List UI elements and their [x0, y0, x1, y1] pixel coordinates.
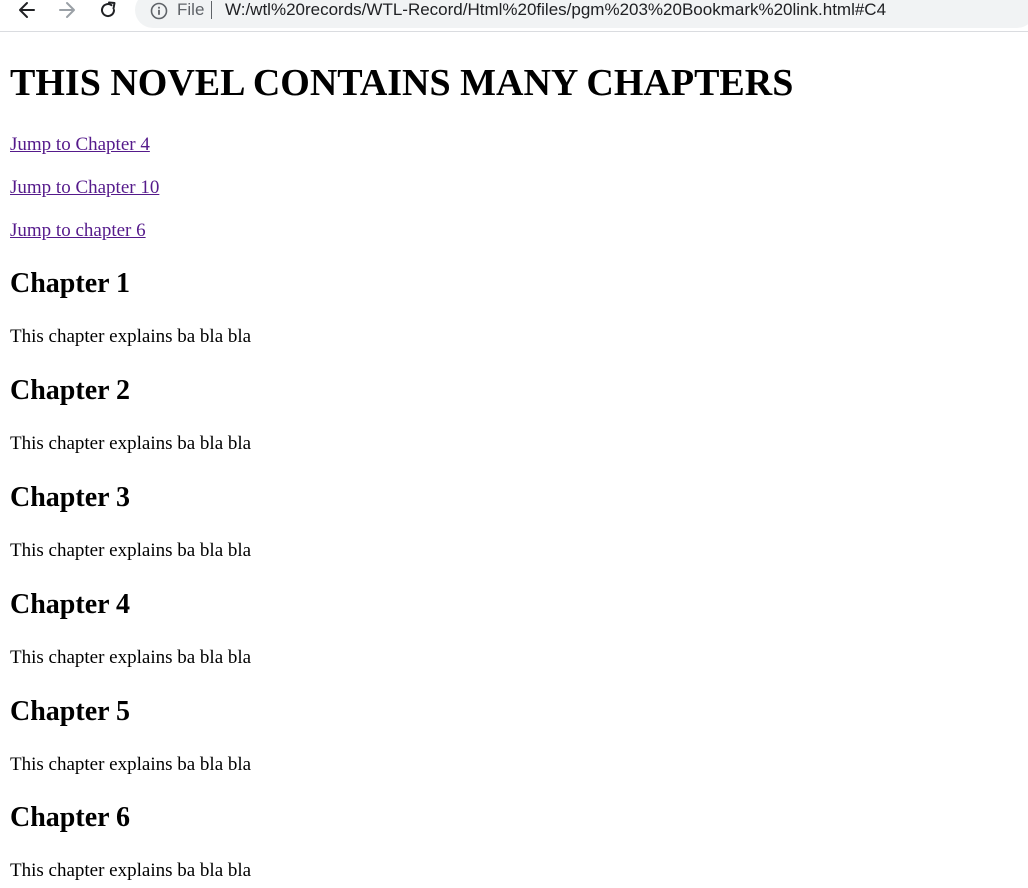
chapter-6-heading: Chapter 6 [10, 802, 131, 833]
scheme-label: File [177, 0, 205, 19]
arrow-left-icon [19, 2, 35, 18]
jump-link-chapter-10[interactable]: Jump to Chapter 10 [10, 177, 159, 199]
chapter-6-text: This chapter explains ba bla bla [10, 860, 252, 881]
reload-button[interactable] [95, 0, 121, 20]
info-icon[interactable] [149, 1, 169, 21]
chapter-3-heading: Chapter 3 [10, 482, 131, 513]
divider [211, 1, 212, 19]
back-button[interactable] [14, 0, 40, 20]
jump-link-chapter-4[interactable]: Jump to Chapter 4 [10, 134, 150, 156]
address-bar[interactable]: File W:/wtl%20records/WTL-Record/Html%20… [135, 0, 1028, 28]
forward-button[interactable] [54, 0, 80, 20]
chapter-4-text: This chapter explains ba bla bla [10, 647, 252, 668]
jump-link-chapter-6[interactable]: Jump to chapter 6 [10, 220, 146, 242]
chapter-1-text: This chapter explains ba bla bla [10, 326, 252, 347]
chapter-5-heading: Chapter 5 [10, 696, 131, 727]
page-content: THIS NOVEL CONTAINS MANY CHAPTERS Jump t… [0, 32, 1028, 888]
chapter-4-heading: Chapter 4 [10, 589, 131, 620]
chapter-1-heading: Chapter 1 [10, 268, 131, 299]
chapter-2-text: This chapter explains ba bla bla [10, 433, 252, 454]
chapter-2-heading: Chapter 2 [10, 375, 131, 406]
arrow-right-icon [59, 2, 75, 18]
page-title: THIS NOVEL CONTAINS MANY CHAPTERS [10, 62, 794, 104]
chapter-5-text: This chapter explains ba bla bla [10, 754, 252, 775]
browser-toolbar: File W:/wtl%20records/WTL-Record/Html%20… [0, 0, 1028, 32]
chapter-3-text: This chapter explains ba bla bla [10, 540, 252, 561]
url-text[interactable]: W:/wtl%20records/WTL-Record/Html%20files… [225, 0, 886, 20]
reload-icon [101, 1, 116, 18]
